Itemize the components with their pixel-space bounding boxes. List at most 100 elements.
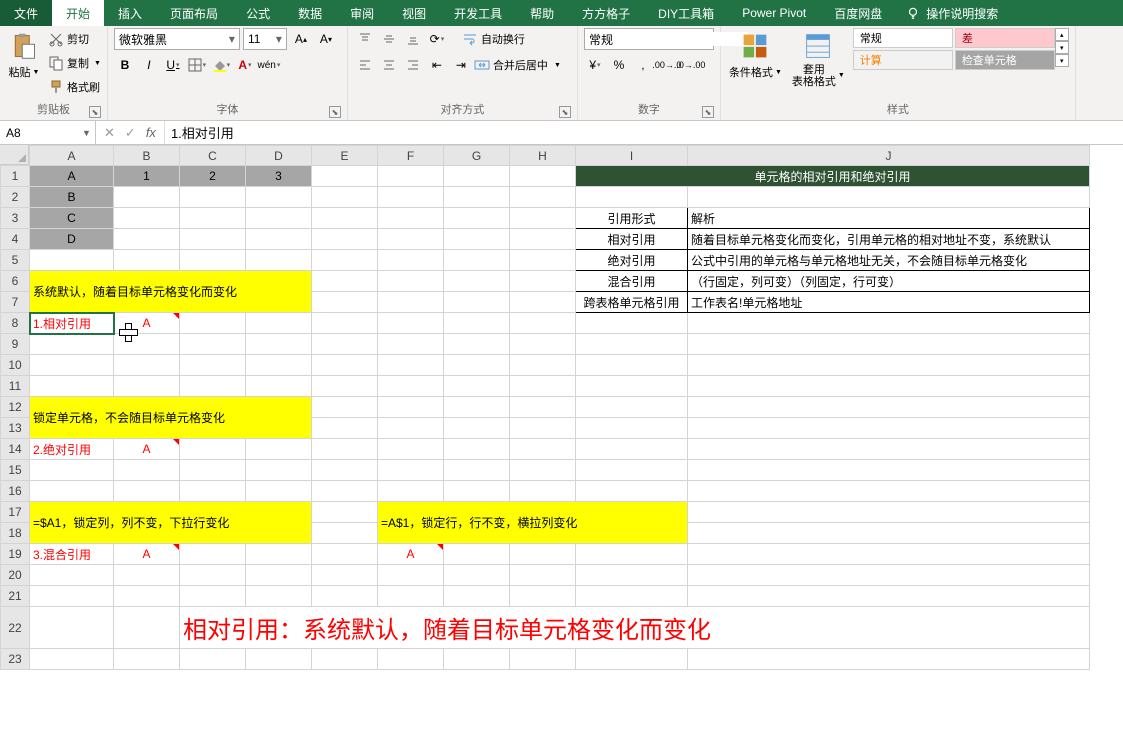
tab-insert[interactable]: 插入 bbox=[104, 0, 156, 26]
cell[interactable] bbox=[312, 418, 378, 439]
copy-button[interactable]: 复制▼ bbox=[48, 52, 101, 74]
cell[interactable] bbox=[378, 649, 444, 670]
cell[interactable] bbox=[510, 208, 576, 229]
decrease-font-button[interactable]: A▾ bbox=[315, 28, 337, 50]
cell[interactable] bbox=[30, 565, 114, 586]
tab-diy[interactable]: DIY工具箱 bbox=[644, 0, 728, 26]
cell[interactable] bbox=[114, 229, 180, 250]
cell[interactable] bbox=[510, 439, 576, 460]
row-header[interactable]: 8 bbox=[1, 313, 30, 334]
cell[interactable] bbox=[312, 649, 378, 670]
paste-button[interactable]: 粘贴▼ bbox=[6, 28, 42, 82]
cell[interactable] bbox=[246, 439, 312, 460]
col-header-H[interactable]: H bbox=[510, 146, 576, 166]
cell[interactable] bbox=[378, 418, 444, 439]
cell[interactable] bbox=[312, 250, 378, 271]
cell[interactable] bbox=[30, 355, 114, 376]
align-top-button[interactable] bbox=[354, 28, 376, 50]
cell[interactable] bbox=[312, 544, 378, 565]
row-header[interactable]: 12 bbox=[1, 397, 30, 418]
cell[interactable] bbox=[444, 334, 510, 355]
align-middle-button[interactable] bbox=[378, 28, 400, 50]
border-button[interactable]: ▾ bbox=[186, 54, 208, 76]
underline-button[interactable]: U▾ bbox=[162, 54, 184, 76]
cell[interactable] bbox=[114, 481, 180, 502]
cell[interactable] bbox=[180, 586, 246, 607]
decrease-decimal-button[interactable]: .0→.00 bbox=[680, 54, 702, 76]
font-size-input[interactable] bbox=[244, 32, 272, 46]
cell[interactable] bbox=[510, 187, 576, 208]
select-all-corner[interactable] bbox=[0, 145, 29, 165]
cell[interactable] bbox=[378, 565, 444, 586]
cell[interactable] bbox=[576, 334, 688, 355]
cell[interactable] bbox=[510, 166, 576, 187]
tab-home[interactable]: 开始 bbox=[52, 0, 104, 26]
cell[interactable] bbox=[688, 565, 1090, 586]
cell[interactable]: （行固定，列可变）（列固定，行可变） bbox=[688, 271, 1090, 292]
cell[interactable] bbox=[246, 187, 312, 208]
cell[interactable] bbox=[180, 460, 246, 481]
cell[interactable]: 锁定单元格，不会随目标单元格变化 bbox=[30, 397, 312, 439]
cell[interactable] bbox=[378, 229, 444, 250]
tell-me[interactable]: 操作说明搜索 bbox=[906, 0, 998, 26]
cell[interactable]: 单元格的相对引用和绝对引用 bbox=[576, 166, 1090, 187]
cell[interactable]: 引用形式 bbox=[576, 208, 688, 229]
cell[interactable] bbox=[246, 376, 312, 397]
cell[interactable] bbox=[444, 586, 510, 607]
fill-color-button[interactable]: ▾ bbox=[210, 54, 232, 76]
col-header-B[interactable]: B bbox=[114, 146, 180, 166]
cell[interactable] bbox=[444, 376, 510, 397]
tab-developer[interactable]: 开发工具 bbox=[440, 0, 516, 26]
cell[interactable] bbox=[246, 313, 312, 334]
cell[interactable] bbox=[312, 502, 378, 523]
cell[interactable] bbox=[180, 208, 246, 229]
cell[interactable] bbox=[576, 481, 688, 502]
cell[interactable] bbox=[444, 208, 510, 229]
cell[interactable] bbox=[688, 334, 1090, 355]
cell[interactable] bbox=[576, 418, 688, 439]
enter-formula-button[interactable]: ✓ bbox=[125, 125, 136, 141]
cell[interactable] bbox=[378, 313, 444, 334]
cell[interactable] bbox=[180, 439, 246, 460]
conditional-format-button[interactable]: 条件格式▼ bbox=[727, 28, 784, 82]
cell[interactable] bbox=[312, 397, 378, 418]
cell[interactable]: A bbox=[30, 166, 114, 187]
col-header-I[interactable]: I bbox=[576, 146, 688, 166]
cell[interactable] bbox=[378, 355, 444, 376]
cell[interactable] bbox=[30, 460, 114, 481]
cell[interactable] bbox=[312, 439, 378, 460]
cell[interactable] bbox=[312, 565, 378, 586]
cell[interactable] bbox=[510, 460, 576, 481]
cell[interactable] bbox=[688, 502, 1090, 523]
cell[interactable] bbox=[30, 586, 114, 607]
cell[interactable] bbox=[246, 544, 312, 565]
cell[interactable] bbox=[312, 481, 378, 502]
cell[interactable] bbox=[312, 334, 378, 355]
col-header-F[interactable]: F bbox=[378, 146, 444, 166]
cell[interactable] bbox=[246, 208, 312, 229]
format-as-table-button[interactable]: 套用 表格格式▼ bbox=[790, 28, 847, 90]
cell[interactable] bbox=[114, 355, 180, 376]
align-right-button[interactable] bbox=[402, 54, 424, 76]
cell[interactable]: 混合引用 bbox=[576, 271, 688, 292]
cell[interactable] bbox=[510, 481, 576, 502]
cell[interactable] bbox=[312, 376, 378, 397]
font-name-combo[interactable]: ▾ bbox=[114, 28, 240, 50]
row-header[interactable]: 1 bbox=[1, 166, 30, 187]
cell[interactable] bbox=[378, 208, 444, 229]
cell[interactable] bbox=[30, 649, 114, 670]
tab-powerpivot[interactable]: Power Pivot bbox=[728, 0, 820, 26]
cell[interactable] bbox=[312, 208, 378, 229]
cell[interactable]: 相对引用：系统默认，随着目标单元格变化而变化 bbox=[180, 607, 1090, 649]
cell[interactable]: 随着目标单元格变化而变化，引用单元格的相对地址不变，系统默认 bbox=[688, 229, 1090, 250]
cell[interactable] bbox=[378, 439, 444, 460]
chevron-down-icon[interactable]: ▾ bbox=[272, 32, 286, 46]
row-header[interactable]: 16 bbox=[1, 481, 30, 502]
cell[interactable] bbox=[510, 355, 576, 376]
phonetic-button[interactable]: wén▾ bbox=[258, 54, 280, 76]
cell[interactable]: D bbox=[30, 229, 114, 250]
cell[interactable] bbox=[510, 229, 576, 250]
comma-button[interactable]: , bbox=[632, 54, 654, 76]
cell[interactable] bbox=[444, 166, 510, 187]
cell[interactable]: 2.绝对引用 bbox=[30, 439, 114, 460]
